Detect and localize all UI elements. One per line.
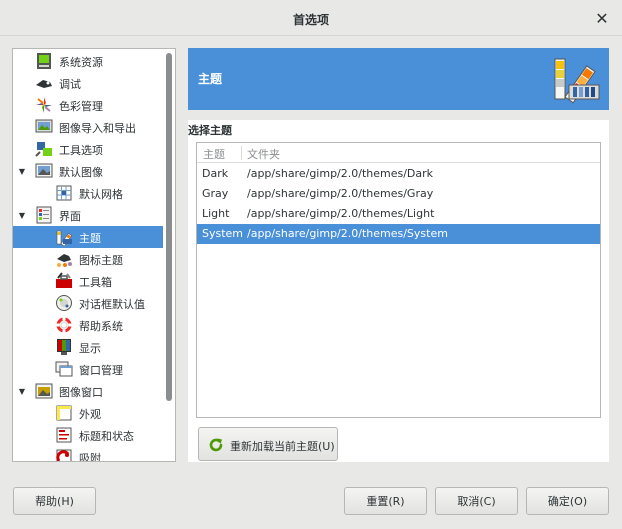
list-header: 主题 文件夹 [197, 143, 600, 163]
default-grid-icon [56, 185, 72, 201]
sidebar-item-label: 显示 [79, 342, 101, 355]
icon-theme-icon [57, 254, 72, 267]
theme-name: Dark [202, 167, 229, 180]
sidebar-item-default-image[interactable]: ▼ 默认图像 [13, 160, 163, 182]
sidebar-item-title-status[interactable]: 标题和状态 [13, 424, 163, 446]
sidebar-item-help-system[interactable]: 帮助系统 [13, 314, 163, 336]
sidebar-item-theme[interactable]: 主题 [13, 226, 163, 248]
sidebar-item-image-import-export[interactable]: 图像导入和导出 [13, 116, 163, 138]
sidebar-item-toolbox[interactable]: 工具箱 [13, 270, 163, 292]
sidebar-item-label: 默认图像 [59, 166, 103, 179]
sidebar-item-label: 窗口管理 [79, 364, 123, 377]
sidebar-item-interface[interactable]: ▼ 界面 [13, 204, 163, 226]
theme-row-light[interactable]: Light/app/share/gimp/2.0/themes/Light [197, 204, 600, 224]
sidebar-scrollbar[interactable] [165, 53, 173, 459]
expander-icon[interactable]: ▼ [17, 210, 27, 220]
theme-folder: /app/share/gimp/2.0/themes/Light [247, 207, 435, 220]
title-bar: 首选项 ✕ [0, 0, 622, 36]
sidebar-item-label: 外观 [79, 408, 101, 421]
sidebar-item-label: 工具选项 [59, 144, 103, 157]
sidebar-item-tool-options[interactable]: 工具选项 [13, 138, 163, 160]
snapping-icon [56, 449, 72, 461]
page-header: 主题 [188, 48, 609, 110]
theme-content: 选择主题 主题 文件夹 Dark/app/share/gimp/2.0/them… [188, 120, 609, 462]
theme-name: Light [202, 207, 230, 220]
sidebar-item-label: 吸附 [79, 452, 101, 462]
sidebar-item-label: 帮助系统 [79, 320, 123, 333]
sidebar-item-label: 图像导入和导出 [59, 122, 136, 135]
image-import-export-icon [35, 119, 53, 133]
reload-theme-button[interactable]: 重新加载当前主题(U) [198, 427, 338, 461]
theme-folder: /app/share/gimp/2.0/themes/Gray [247, 187, 434, 200]
theme-row-system[interactable]: System/app/share/gimp/2.0/themes/System [197, 224, 600, 244]
sidebar-item-label: 对话框默认值 [79, 298, 145, 311]
expander-icon[interactable]: ▼ [17, 166, 27, 176]
display-icon [57, 339, 71, 355]
sidebar-item-default-grid[interactable]: 默认网格 [13, 182, 163, 204]
reload-theme-label: 重新加载当前主题(U) [230, 440, 335, 453]
theme-icon [56, 230, 73, 246]
column-separator [241, 146, 242, 160]
sidebar-item-label: 色彩管理 [59, 100, 103, 113]
theme-name: System [202, 227, 244, 240]
sidebar-item-image-windows[interactable]: ▼ 图像窗口 [13, 380, 163, 402]
sidebar-item-label: 主题 [79, 232, 101, 245]
help-button[interactable]: 帮助(H) [13, 487, 96, 515]
theme-folder: /app/share/gimp/2.0/themes/System [247, 227, 448, 240]
sidebar-item-label: 图标主题 [79, 254, 123, 267]
refresh-icon [209, 438, 223, 452]
cancel-button[interactable]: 取消(C) [435, 487, 518, 515]
page-title: 主题 [198, 72, 223, 86]
column-header-folder[interactable]: 文件夹 [247, 146, 280, 162]
sidebar-item-window-management[interactable]: 窗口管理 [13, 358, 163, 380]
column-header-theme[interactable]: 主题 [203, 146, 225, 162]
sidebar-item-debug[interactable]: 调试 [13, 72, 163, 94]
close-icon[interactable]: ✕ [592, 8, 612, 28]
sidebar-item-label: 默认网格 [79, 188, 123, 201]
image-windows-icon [35, 383, 53, 399]
toolbox-icon [56, 272, 72, 288]
theme-row-dark[interactable]: Dark/app/share/gimp/2.0/themes/Dark [197, 164, 600, 184]
sidebar-item-system-resources[interactable]: 系统资源 [13, 50, 163, 72]
window-management-icon [55, 361, 73, 377]
theme-name: Gray [202, 187, 229, 200]
tool-options-icon [35, 142, 52, 157]
section-label: 选择主题 [188, 124, 232, 137]
debug-icon [36, 80, 52, 88]
title-status-icon [56, 427, 72, 443]
sidebar-item-label: 标题和状态 [79, 430, 134, 443]
theme-list[interactable]: 主题 文件夹 Dark/app/share/gimp/2.0/themes/Da… [196, 142, 601, 418]
default-image-icon [35, 163, 53, 178]
expander-icon[interactable]: ▼ [17, 386, 27, 396]
sidebar-item-snapping[interactable]: 吸附 [13, 446, 163, 462]
theme-palette-icon [554, 58, 600, 104]
sidebar-item-label: 工具箱 [79, 276, 112, 289]
sidebar-item-dialog-defaults[interactable]: 对话框默认值 [13, 292, 163, 314]
sidebar-item-color-management[interactable]: 色彩管理 [13, 94, 163, 116]
system-resources-icon [37, 53, 51, 69]
sidebar-item-label: 界面 [59, 210, 81, 223]
sidebar-tree: 系统资源调试色彩管理图像导入和导出 工具选项 ▼ 默认图像默认网格 ▼ 界面主题图标主题工… [12, 48, 176, 462]
appearance-icon [56, 405, 72, 421]
sidebar-item-label: 图像窗口 [59, 386, 103, 399]
sidebar-item-label: 调试 [59, 78, 81, 91]
scrollbar-thumb[interactable] [166, 53, 172, 401]
interface-icon [36, 206, 52, 224]
sidebar-item-display[interactable]: 显示 [13, 336, 163, 358]
reset-button[interactable]: 重置(R) [344, 487, 427, 515]
color-management-icon [36, 97, 52, 113]
sidebar-item-icon-theme[interactable]: 图标主题 [13, 248, 163, 270]
sidebar-item-appearance[interactable]: 外观 [13, 402, 163, 424]
window-title: 首选项 [292, 13, 329, 27]
help-system-icon [56, 317, 72, 333]
ok-button[interactable]: 确定(O) [526, 487, 609, 515]
dialog-defaults-icon [56, 295, 72, 311]
theme-row-gray[interactable]: Gray/app/share/gimp/2.0/themes/Gray [197, 184, 600, 204]
sidebar-item-label: 系统资源 [59, 56, 103, 69]
theme-folder: /app/share/gimp/2.0/themes/Dark [247, 167, 434, 180]
